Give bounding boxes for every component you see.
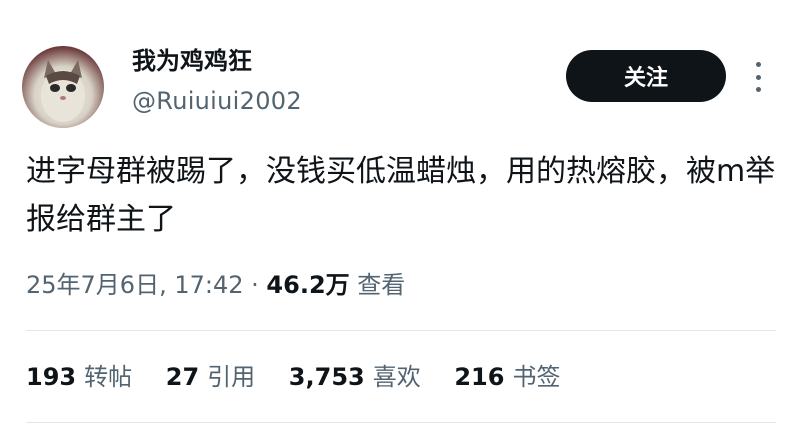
more-options-icon[interactable] (752, 62, 764, 92)
bookmarks-stat[interactable]: 216 书签 (454, 360, 560, 394)
divider-top (26, 330, 776, 331)
retweets-count: 193 (26, 363, 77, 391)
bookmarks-count: 216 (454, 363, 505, 391)
tweet-date[interactable]: 25年7月6日, 17:42 (26, 271, 244, 299)
user-handle[interactable]: @Ruiuiui2002 (132, 86, 302, 116)
retweets-stat[interactable]: 193 转帖 (26, 360, 132, 394)
tweet-meta: 25年7月6日, 17:42 · 46.2万 查看 (26, 268, 405, 302)
display-name[interactable]: 我为鸡鸡狂 (132, 46, 252, 76)
likes-count: 3,753 (288, 363, 365, 391)
quotes-stat[interactable]: 27 引用 (166, 360, 255, 394)
view-count: 46.2万 (266, 271, 350, 299)
cat-avatar-image (41, 60, 85, 122)
tweet-header: 我为鸡鸡狂 @Ruiuiui2002 关注 (0, 0, 800, 130)
quotes-count: 27 (165, 363, 200, 391)
tweet-text: 进字母群被踢了，没钱买低温蜡烛，用的热熔胶，被m举报给群主了 (26, 154, 776, 237)
likes-stat[interactable]: 3,753 喜欢 (289, 360, 421, 394)
views-label: 查看 (357, 271, 406, 299)
divider-bottom (26, 422, 776, 423)
likes-label: 喜欢 (372, 363, 421, 391)
meta-separator: · (251, 271, 259, 299)
follow-button[interactable]: 关注 (566, 50, 726, 102)
quotes-label: 引用 (207, 363, 256, 391)
retweets-label: 转帖 (84, 363, 133, 391)
avatar[interactable] (22, 46, 104, 128)
engagement-stats: 193 转帖 27 引用 3,753 喜欢 216 书签 (26, 360, 586, 394)
bookmarks-label: 书签 (512, 363, 561, 391)
